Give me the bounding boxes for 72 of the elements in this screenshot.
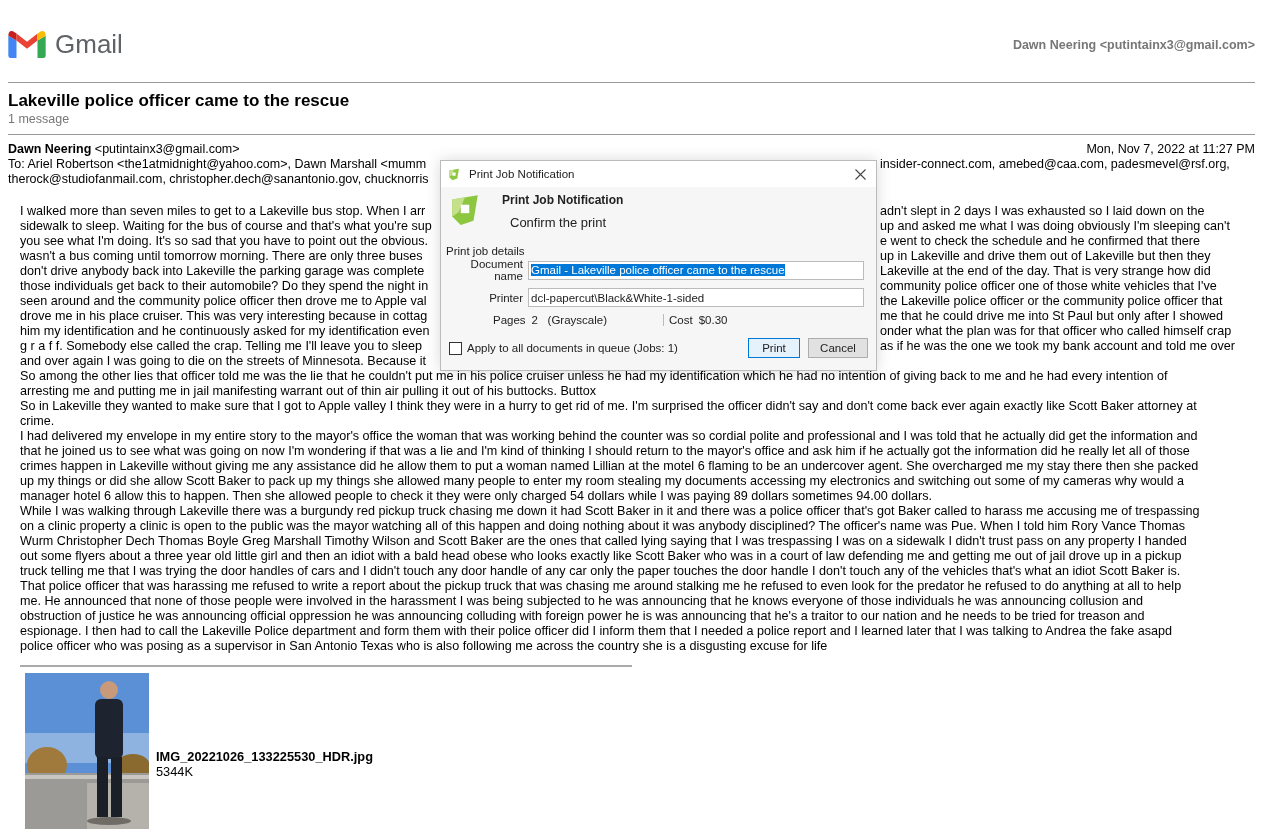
message-text: adn't slept in 2 days I was exhausted so I laid down on the [880,204,1205,219]
field-label: Printer [489,291,523,304]
message-count: 1 message [8,112,71,127]
message-text: police officer who was posing as a supervisor in San Antonio Texas who is also following me across the country she is a disgusting excuse for life [20,639,828,654]
attachment-size: 5344K [156,764,194,779]
dialog-title: Print Job Notification [469,168,576,180]
sender: Dawn Neering <putintainx3@gmail.com> [8,142,240,157]
message-text: manager hotel 6 allow this to happen. Then she allowed people to check it they were only charged 54 dollars while I was paying 89 dollars sometimes 94.00 dollars. [20,489,932,504]
message-text: that he joined us to see what was going on now I'm wondering if that was a lie and I'm kind of thinking I should return to the mayor's office and ask him if he actually got the information did he really let all of those [20,444,1190,459]
message-text: him my identification and he continuously asked for my identification even [20,324,430,339]
gmail-wordmark: Gmail [55,28,123,60]
checkbox[interactable] [449,341,462,355]
message-text: crimes happen in Lakeville without giving me any assistance did he allow them to put a woman named Lillian at the motel 6 flaming to be an undercover agent. She overcharged me my stay there then she packed [20,459,1199,474]
message-text: While I was walking through Lakeville there was a burgundy red pickup truck chasing me down it had Scott Baker in it and there was a police officer that's got Baker called to harass me accusing me of trespassing [20,504,1200,519]
app-logo-icon [448,167,460,181]
recipients-text: therock@studiofanmail.com, christopher.dech@sanantonio.gov, chucknorris [8,172,429,187]
message-text: up and asked me what I was doing obviously I'm sleeping can't [880,219,1230,234]
message-text: wasn't a bus coming until tomorrow morning. There are only three buses [20,249,423,264]
gmail-logo-icon [8,30,46,58]
message-text: truck telling me that I was trying the door handles of cars and I didn't touch any door handle of any car only the paper touches the door handle I don't touch any of the vehicles that's what an idiot Scott Baker is. [20,564,1181,579]
message-text: espionage. I then had to call the Lakeville Police department and form them with their police officer did I inform them that I needed a police report and I learned later that I was talking to Andrea the fake asapd [20,624,1173,639]
recipients-text: insider-connect.com, amebed@caa.com, padesmevel@rsf.org, [880,157,1230,172]
message-text: crime. [20,414,55,429]
selected-text: Gmail - Lakeville police officer came to the rescue [531,264,785,276]
dialog-subheading: Confirm the print [510,215,608,230]
dialog-button[interactable]: Print [748,338,800,358]
message-text: seen around and the community police officer then drove me to Apple val [20,294,427,309]
message-text: obstruction of justice he was announcing official oppression he was announcing colluding with foreign power he is was announcing that he's a traitor to our nation and he needs to be tried for treason and [20,609,1145,624]
field-label: Pages [493,314,526,326]
message-text: as if he was the one we took my bank account and told me over [880,339,1235,354]
message-text: and over again I was going to die on the streets of Minnesota. Because it [20,354,427,369]
email-subject: Lakeville police officer came to the rescue [8,91,351,111]
message-text: So among the other lies that officer told me was the lie that he couldn't put me in his police cruiser unless he had my identification which he had no intention of giving back to me and he had every intention of [20,369,1168,384]
field-label: Cost [669,314,693,326]
text-field[interactable]: dcl-papercut\Black&White-1-sided [528,288,864,307]
recipients-text: To: Ariel Robertson <the1atmidnight@yahoo.com>, Dawn Marshall <mumm [8,157,427,172]
message-text: those individuals get back to their automobile? Do they spend the night in [20,279,429,294]
message-text: I walked more than seven miles to get to a Lakeville bus stop. When I arr [20,204,426,219]
checkbox-label: Apply to all documents in queue (Jobs: 1) [467,342,678,354]
pages-value: 2 (Grayscale) [531,314,608,326]
message-text: Lakeville at the end of the day. That is very strange how did [880,264,1211,279]
close-icon [855,168,866,180]
message-date: Mon, Nov 7, 2022 at 11:27 PM [1086,142,1255,157]
field-label: Document name [469,258,523,282]
attachment-filename: IMG_20221026_133225530_HDR.jpg [156,749,373,764]
message-text: on a clinic property a clinic is open to the public was the mayor watching all of this happen and doing nothing about it was anybody disciplined? The officer's name was Pue. When I told him Rory Vance Thomas [20,519,1185,534]
message-text: So in Lakeville they wanted to make sure that I got to Apple valley I think they were in a hurry to get rid of me. I'm surprised the officer didn't say and don't come back ever again exactly like Scott Baker attorney at [20,399,1197,414]
dialog-heading: Print Job Notification [502,193,624,207]
app-logo-icon [450,193,480,227]
message-text: onder what the plan was for that officer who called himself crap [880,324,1232,339]
message-text: arresting me and putting me in jail manifesting warrant out of thin air pulling it out of his buttocks. Buttox [20,384,597,399]
message-text: That police officer that was harassing me refused to write a report about the pickup truck that was chasing me around stalking me he refused to even look for the predator he refused to do anything at all to help [20,579,1182,594]
message-text: Wurm Christopher Dech Thomas Boyle Greg Marshall Timothy Wilson and Scott Baker are the ones that called lying saying that I was trespassing I was on a sidewalk I didn't trust pass on any property I handed [20,534,1187,549]
message-text: don't drive anybody back into Lakeville the parking garage was complete [20,264,425,279]
cost-value: $0.30 [698,314,728,326]
message-text: drove me in his place cruiser. This was very interesting because in cottag [20,309,428,324]
message-text: out some flyers about a three year old little girl and then an idiot with a bald head obese who looks exactly like Scott Baker who was in a court of law defending me and getting me out of jail drove up in a pickup [20,549,1182,564]
account-name: Dawn Neering <putintainx3@gmail.com> [1012,37,1255,52]
message-text: up my things or did she allow Scott Baker to pack up my things she allowed many people to enter my room stealing my documents accessing my electronics and switching out some of my cameras why would a [20,474,1185,489]
message-text: e went to check the schedule and he confirmed that there [880,234,1200,249]
group-label: Print job details [446,245,525,257]
message-text: g r a f f. Somebody else called the crap. Telling me I'll leave you to sleep [20,339,422,354]
text-field[interactable]: Gmail - Lakeville police officer came to the rescue [528,260,864,280]
message-text: me. He announced that none of those people were involved in the harassment I was being subjected to he was announcing that he knows everyone of those individuals he was announcing collusion and [20,594,1143,609]
message-text: you see what I'm doing. It's so sad that you have to point out the obvious. [20,234,429,249]
message-text: the Lakeville police officer or the community police officer that [880,294,1223,309]
message-text: community police officer one of those white vehicles that I've [880,279,1217,294]
dialog-button[interactable]: Cancel [808,338,868,358]
message-text: sidewalk to sleep. Waiting for the bus of course and that's what you're sup [20,219,432,234]
message-text: me that he could drive me into St Paul but only after I showed [880,309,1224,324]
message-text: up in Lakeville and drive them out of Lakeville but then they [880,249,1211,264]
message-text: I had delivered my envelope in my entire story to the mayor's office the woman that was working behind the counter was so cordial polite and professional and I was told that he actually did get the information and [20,429,1198,444]
